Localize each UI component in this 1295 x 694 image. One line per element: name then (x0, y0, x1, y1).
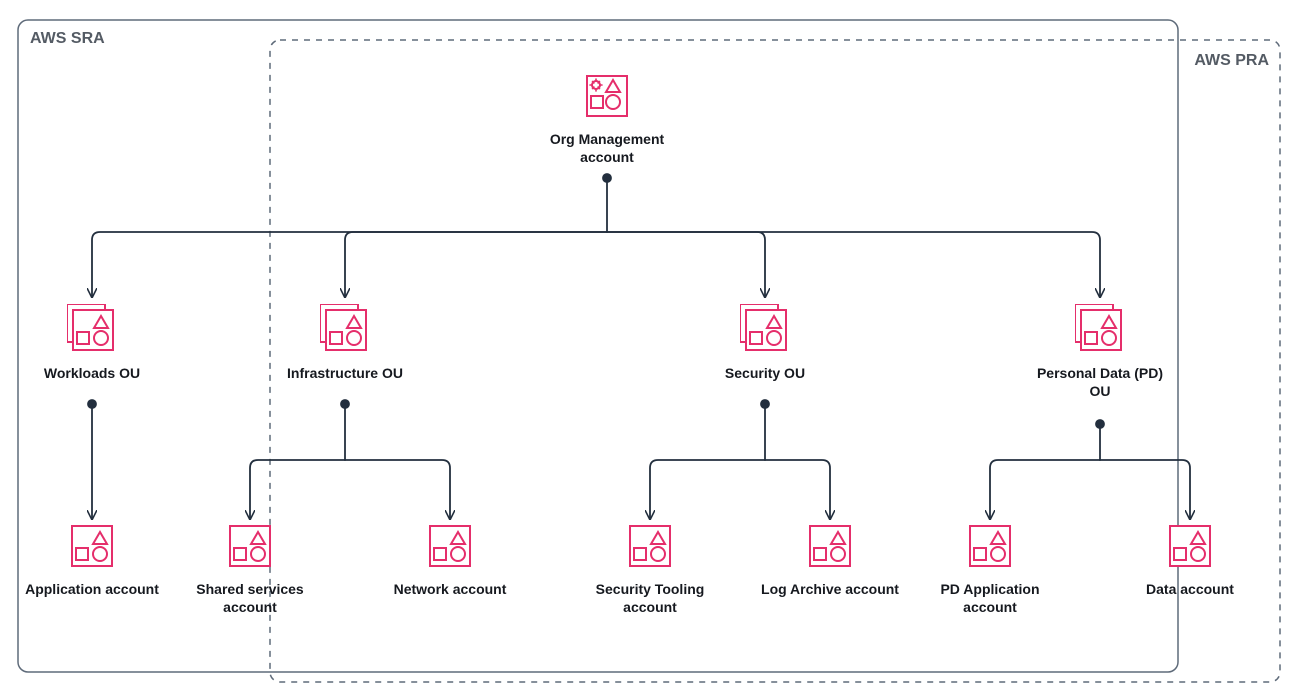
account-icon (426, 522, 474, 570)
pd-application-account-label: PD Application account (920, 581, 1060, 616)
network-account-label: Network account (380, 581, 520, 599)
node-workloads-ou: Workloads OU (22, 304, 162, 383)
account-icon (806, 522, 854, 570)
workloads-ou-label: Workloads OU (22, 365, 162, 383)
node-security-ou: Security OU (695, 304, 835, 383)
application-account-label: Application account (22, 581, 162, 599)
security-tooling-account-label: Security Tooling account (580, 581, 720, 616)
ou-icon (740, 304, 790, 354)
account-icon (966, 522, 1014, 570)
ou-icon (320, 304, 370, 354)
security-ou-label: Security OU (695, 365, 835, 383)
ou-icon (1075, 304, 1125, 354)
account-icon (1166, 522, 1214, 570)
node-security-tooling-account: Security Tooling account (580, 522, 720, 616)
node-log-archive-account: Log Archive account (760, 522, 900, 599)
org-management-label: Org Management account (537, 131, 677, 166)
pd-ou-label: Personal Data (PD) OU (1030, 365, 1170, 400)
node-application-account: Application account (22, 522, 162, 599)
node-shared-services-account: Shared services account (180, 522, 320, 616)
node-data-account: Data account (1120, 522, 1260, 599)
account-icon (68, 522, 116, 570)
node-pd-ou: Personal Data (PD) OU (1030, 304, 1170, 400)
account-icon (226, 522, 274, 570)
node-network-account: Network account (380, 522, 520, 599)
account-icon (626, 522, 674, 570)
ou-icon (67, 304, 117, 354)
node-org-management: Org Management account (537, 72, 677, 166)
shared-services-account-label: Shared services account (180, 581, 320, 616)
log-archive-account-label: Log Archive account (760, 581, 900, 599)
node-pd-application-account: PD Application account (920, 522, 1060, 616)
infrastructure-ou-label: Infrastructure OU (275, 365, 415, 383)
data-account-label: Data account (1120, 581, 1260, 599)
org-management-icon (583, 72, 631, 120)
node-infrastructure-ou: Infrastructure OU (275, 304, 415, 383)
